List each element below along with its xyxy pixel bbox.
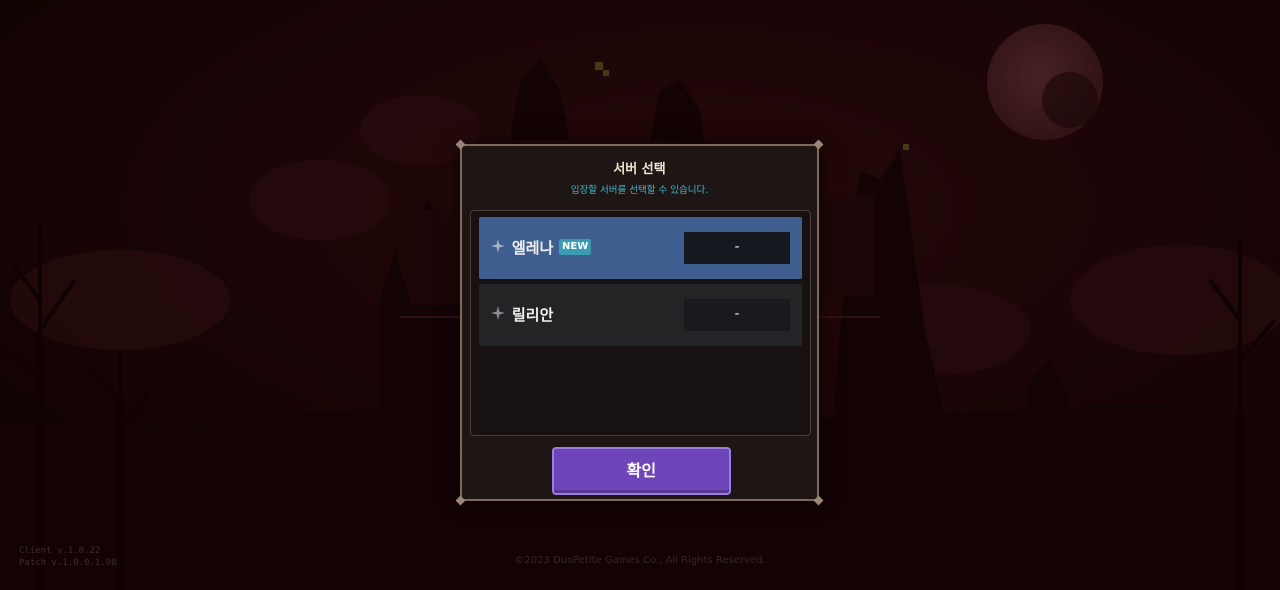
sparkle-icon	[491, 239, 505, 253]
server-name: 엘레나	[512, 239, 554, 257]
server-name: 릴리안	[512, 306, 554, 324]
dialog-title: 서버 선택	[613, 162, 666, 177]
server-select-dialog: 서버 선택 입장할 서버를 선택할 수 있습니다. 엘레나 NEW - 릴리안 …	[455, 139, 824, 506]
server-row-lilian[interactable]: 릴리안 -	[479, 284, 802, 346]
dialog-subtitle: 입장할 서버를 선택할 수 있습니다.	[570, 185, 709, 196]
sparkle-icon	[491, 306, 505, 320]
server-list[interactable]: 엘레나 NEW - 릴리안 -	[470, 210, 811, 436]
server-status: -	[684, 299, 790, 331]
confirm-button[interactable]: 확인	[552, 447, 731, 495]
server-row-elena[interactable]: 엘레나 NEW -	[479, 217, 802, 279]
new-badge: NEW	[559, 239, 592, 255]
copyright-text: ©2023 DuoPetite Games Co., All Rights Re…	[514, 555, 766, 566]
server-status: -	[684, 232, 790, 264]
